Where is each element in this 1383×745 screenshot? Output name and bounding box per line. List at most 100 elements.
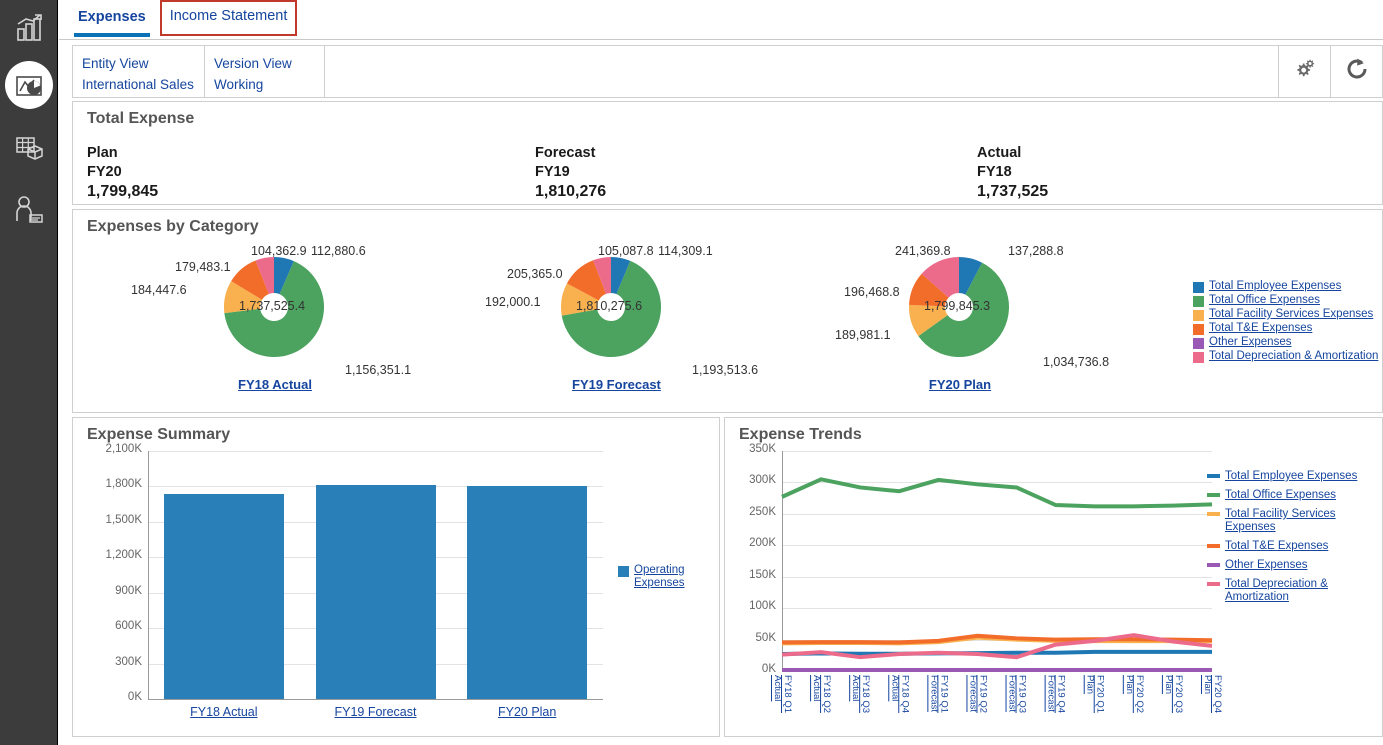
legend-item[interactable]: Total T&E Expenses	[1193, 322, 1378, 335]
x-axis-label-group[interactable]: ForecastFY19 Q1	[928, 675, 948, 713]
x-axis-category-link[interactable]: FY18 Actual	[154, 705, 294, 719]
x-axis-label-line1[interactable]: Forecast	[1046, 675, 1056, 713]
x-axis-label-group[interactable]: PlanFY20 Q2	[1124, 675, 1144, 713]
x-axis-label-line1[interactable]: Plan	[1163, 675, 1173, 713]
x-axis-label-line2[interactable]: FY18 Q2	[821, 675, 831, 713]
x-axis-label-group[interactable]: ForecastFY19 Q3	[1007, 675, 1027, 713]
legend-item[interactable]: Total Office Expenses	[1193, 294, 1378, 307]
legend-swatch	[1207, 563, 1220, 567]
legend-item[interactable]: Other Expenses	[1207, 559, 1379, 572]
legend-item[interactable]: Total Employee Expenses	[1193, 280, 1378, 293]
donut-category-link[interactable]: FY18 Actual	[235, 377, 315, 392]
x-axis-label-group[interactable]: ActualFY18 Q2	[811, 675, 831, 713]
donut-value-label: 241,369.8	[895, 244, 951, 258]
legend-item[interactable]: Total Facility Services Expenses	[1207, 508, 1379, 534]
donut-value-label: 104,362.9	[251, 244, 307, 258]
x-axis-label-line1[interactable]: Plan	[1124, 675, 1134, 713]
bar[interactable]	[164, 494, 284, 699]
x-axis-category-link[interactable]: FY20 Plan	[457, 705, 597, 719]
pov-entity-view-value[interactable]: International Sales	[82, 74, 195, 95]
x-axis-label-group[interactable]: PlanFY20 Q4	[1202, 675, 1222, 713]
x-axis-category-link[interactable]: FY19 Forecast	[306, 705, 446, 719]
refresh-button[interactable]	[1330, 46, 1382, 97]
x-axis-label-line1[interactable]: Plan	[1085, 675, 1095, 713]
y-axis-tick: 300K	[730, 474, 776, 486]
legend-item[interactable]: Total Facility Services Expenses	[1193, 308, 1378, 321]
x-axis-label-group[interactable]: ActualFY18 Q4	[889, 675, 909, 713]
donut-center-total: 1,737,525.4	[239, 299, 305, 313]
x-axis-label-line2[interactable]: FY19 Q3	[1017, 675, 1027, 713]
x-axis-label-line2[interactable]: FY19 Q1	[938, 675, 948, 713]
trend-line[interactable]	[782, 479, 1212, 506]
legend-swatch	[1207, 544, 1220, 548]
legend-swatch	[1207, 582, 1220, 586]
sidebar-item-cubes[interactable]	[0, 120, 58, 180]
tab-income-statement[interactable]: Income Statement	[160, 0, 298, 36]
legend-label[interactable]: Total Facility Services Expenses	[1209, 308, 1373, 321]
legend-item[interactable]: Total T&E Expenses	[1207, 540, 1379, 553]
legend-swatch	[1207, 493, 1220, 497]
legend-label[interactable]: Total Office Expenses	[1225, 489, 1375, 502]
x-axis-label-group[interactable]: ForecastFY19 Q2	[967, 675, 987, 713]
x-axis-label-line1[interactable]: Plan	[1202, 675, 1212, 713]
x-axis-label-line2[interactable]: FY20 Q2	[1134, 675, 1144, 713]
legend-label[interactable]: Operating Expenses	[634, 564, 702, 590]
x-axis-label-line1[interactable]: Forecast	[928, 675, 938, 713]
legend-label[interactable]: Total Employee Expenses	[1209, 280, 1341, 293]
x-axis-label-group[interactable]: ForecastFY19 Q4	[1046, 675, 1066, 713]
donut-category-link[interactable]: FY19 Forecast	[572, 377, 652, 392]
legend-item[interactable]: Total Office Expenses	[1207, 489, 1379, 502]
legend-label[interactable]: Total Depreciation & Amortization	[1209, 350, 1378, 363]
legend-item[interactable]: Total Depreciation & Amortization	[1193, 350, 1378, 363]
x-axis-label-line2[interactable]: FY20 Q1	[1095, 675, 1105, 713]
legend-label[interactable]: Total Employee Expenses	[1225, 470, 1375, 483]
legend-label[interactable]: Total T&E Expenses	[1225, 540, 1375, 553]
sidebar-item-data-analysis[interactable]	[0, 58, 58, 118]
refresh-icon	[1344, 56, 1370, 87]
sidebar-item-dashboards[interactable]	[0, 0, 58, 60]
donut-value-label: 112,880.6	[311, 244, 366, 258]
donut-category-link[interactable]: FY20 Plan	[920, 377, 1000, 392]
legend-item[interactable]: Other Expenses	[1193, 336, 1378, 349]
legend-label[interactable]: Total Depreciation & Amortization	[1225, 578, 1375, 604]
kpi-forecast-scenario: Forecast	[535, 144, 606, 163]
x-axis-label-group[interactable]: ActualFY18 Q1	[772, 675, 792, 713]
x-axis-label-line2[interactable]: FY20 Q4	[1212, 675, 1222, 713]
x-axis-label-line1[interactable]: Forecast	[1007, 675, 1017, 713]
pov-entity-view[interactable]: Entity View International Sales	[73, 46, 205, 97]
x-axis-label-line2[interactable]: FY18 Q4	[899, 675, 909, 713]
x-axis-label-line1[interactable]: Actual	[850, 675, 860, 713]
settings-button[interactable]	[1278, 46, 1330, 97]
legend-label[interactable]: Other Expenses	[1209, 336, 1291, 349]
x-axis-label-line1[interactable]: Forecast	[967, 675, 977, 713]
x-axis-label-line2[interactable]: FY19 Q4	[1056, 675, 1066, 713]
legend-item[interactable]: Total Employee Expenses	[1207, 470, 1379, 483]
expenses-by-category-title: Expenses by Category	[73, 210, 1382, 236]
legend-item[interactable]: Operating Expenses	[618, 564, 702, 590]
x-axis-label-line2[interactable]: FY19 Q2	[977, 675, 987, 713]
legend-swatch	[1193, 324, 1204, 335]
x-axis-label-group[interactable]: PlanFY20 Q3	[1163, 675, 1183, 713]
legend-label[interactable]: Total Facility Services Expenses	[1225, 508, 1375, 534]
x-axis-label-group[interactable]: ActualFY18 Q3	[850, 675, 870, 713]
bar[interactable]	[467, 486, 587, 699]
pov-version-view[interactable]: Version View Working	[205, 46, 325, 97]
legend-item[interactable]: Total Depreciation & Amortization	[1207, 578, 1379, 604]
x-axis-label-line1[interactable]: Actual	[811, 675, 821, 713]
bar[interactable]	[316, 485, 436, 699]
legend-label[interactable]: Other Expenses	[1225, 559, 1375, 572]
tab-income-statement-label: Income Statement	[170, 8, 288, 24]
sidebar-item-approvals[interactable]	[0, 182, 58, 242]
x-axis-label-line2[interactable]: FY18 Q1	[782, 675, 792, 713]
x-axis-label-line1[interactable]: Actual	[889, 675, 899, 713]
x-axis-label-group[interactable]: PlanFY20 Q1	[1085, 675, 1105, 713]
legend-swatch	[618, 566, 629, 577]
x-axis-label-line2[interactable]: FY18 Q3	[860, 675, 870, 713]
donut-value-label: 137,288.8	[1008, 244, 1064, 258]
legend-label[interactable]: Total T&E Expenses	[1209, 322, 1312, 335]
x-axis-label-line2[interactable]: FY20 Q3	[1173, 675, 1183, 713]
legend-label[interactable]: Total Office Expenses	[1209, 294, 1320, 307]
x-axis-label-line1[interactable]: Actual	[772, 675, 782, 713]
tab-expenses[interactable]: Expenses	[68, 0, 156, 40]
pov-version-view-value[interactable]: Working	[214, 74, 315, 95]
